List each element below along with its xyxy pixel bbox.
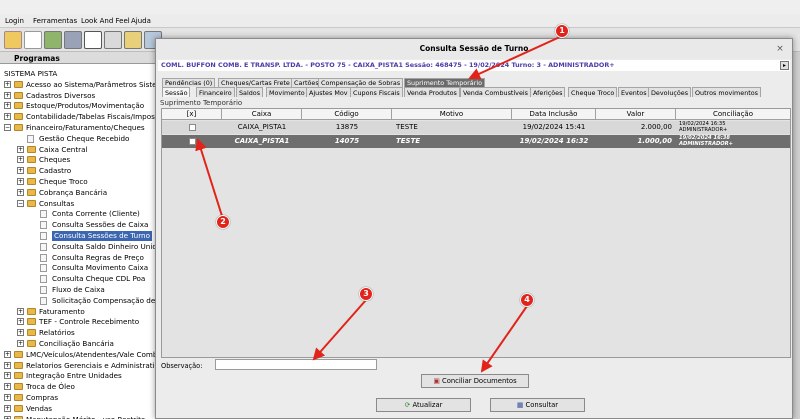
arrow-3 [312, 299, 367, 361]
annotation-marker-1: 1 [555, 24, 569, 38]
arrow-4 [480, 305, 528, 373]
annotation-arrows [195, 35, 563, 373]
annotation-marker-4: 4 [520, 293, 534, 307]
annotation-marker-3: 3 [359, 287, 373, 301]
arrow-1 [468, 35, 563, 80]
annotation-marker-2: 2 [216, 215, 230, 229]
arrow-2 [195, 138, 223, 217]
